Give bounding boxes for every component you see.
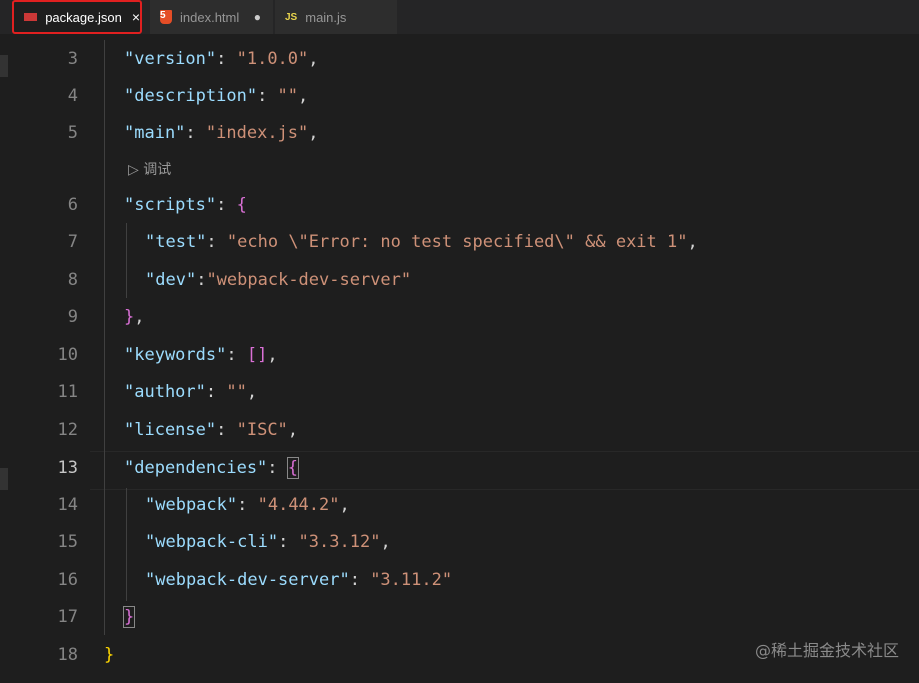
json-key: "webpack-cli": [145, 532, 279, 552]
tab-label: main.js: [305, 9, 347, 25]
line-number: 3: [67, 49, 78, 69]
line-number: 18: [57, 645, 78, 665]
unsaved-dot-icon[interactable]: ●: [254, 10, 261, 24]
line-number: 15: [57, 532, 78, 552]
line-number: 11: [57, 382, 78, 402]
json-key: "description": [124, 86, 258, 106]
json-key: "author": [124, 382, 206, 402]
tab-label: index.html: [180, 9, 240, 25]
code-line: 13 "dependencies": {: [0, 450, 919, 487]
json-key: "license": [124, 420, 217, 440]
code-line: 15 "webpack-cli": "3.3.12",: [0, 524, 919, 561]
code-line: 17 }: [0, 599, 919, 636]
json-string: "ISC": [236, 420, 288, 440]
line-number: 5: [67, 123, 78, 143]
tab-main-js[interactable]: JS main.js: [275, 0, 397, 34]
close-icon[interactable]: ×: [132, 9, 140, 25]
code-line: 10 "keywords": [],: [0, 337, 919, 374]
html5-icon: 5: [160, 10, 172, 24]
json-key: "dependencies": [124, 458, 268, 478]
debug-codelens[interactable]: ▷ 调试: [128, 158, 171, 182]
code-line: 3 "version": "1.0.0",: [0, 41, 919, 78]
json-key: "keywords": [124, 345, 227, 365]
json-key: "main": [124, 123, 186, 143]
line-number: 16: [57, 570, 78, 590]
line-number: 12: [57, 420, 78, 440]
tab-index-html[interactable]: 5 index.html ●: [150, 0, 273, 34]
json-string: "1.0.0": [236, 49, 309, 69]
line-number: 10: [57, 345, 78, 365]
code-line: 5 "main": "index.js",: [0, 115, 919, 152]
npm-icon: [24, 13, 38, 21]
json-string: "index.js": [205, 123, 309, 143]
js-icon: JS: [285, 11, 298, 23]
json-string: "echo \"Error: no test specified\" && ex…: [226, 232, 688, 252]
code-line: 12 "license": "ISC",: [0, 412, 919, 449]
code-line: 8 "dev":"webpack-dev-server": [0, 262, 919, 299]
line-number: 13: [57, 458, 78, 478]
json-string: "webpack-dev-server": [206, 270, 412, 290]
line-number: 9: [67, 307, 78, 327]
json-string: "": [277, 86, 299, 106]
line-number: 7: [67, 232, 78, 252]
json-key: "test": [145, 232, 207, 252]
json-key: "webpack-dev-server": [145, 570, 350, 590]
json-key: "dev": [145, 270, 197, 290]
json-key: "webpack": [145, 495, 238, 515]
line-number: 8: [67, 270, 78, 290]
code-editor[interactable]: ▷ 调试 3 "version": "1.0.0", 4 "descriptio…: [0, 40, 919, 683]
editor-tab-bar: package.json × 5 index.html ● JS main.js: [0, 0, 919, 34]
json-string: "": [226, 382, 247, 402]
json-string: "3.11.2": [370, 570, 453, 590]
code-line: 7 "test": "echo \"Error: no test specifi…: [0, 224, 919, 261]
line-number: 14: [57, 495, 78, 515]
json-string: "4.44.2": [257, 495, 340, 515]
line-number: 6: [67, 195, 78, 215]
tab-label: package.json: [45, 9, 122, 25]
json-string: "3.3.12": [298, 532, 381, 552]
json-key: "scripts": [124, 195, 217, 215]
code-line: 16 "webpack-dev-server": "3.11.2": [0, 562, 919, 599]
watermark: @稀土掘金技术社区: [754, 641, 899, 660]
code-line: 4 "description": "",: [0, 78, 919, 115]
line-number: 4: [67, 86, 78, 106]
code-line: 9 },: [0, 299, 919, 336]
line-number: 17: [57, 607, 78, 627]
code-line: 6 "scripts": {: [0, 187, 919, 224]
code-line: 11 "author": "",: [0, 374, 919, 411]
tab-package-json[interactable]: package.json ×: [12, 0, 142, 34]
code-line: 14 "webpack": "4.44.2",: [0, 487, 919, 524]
json-key: "version": [124, 49, 217, 69]
